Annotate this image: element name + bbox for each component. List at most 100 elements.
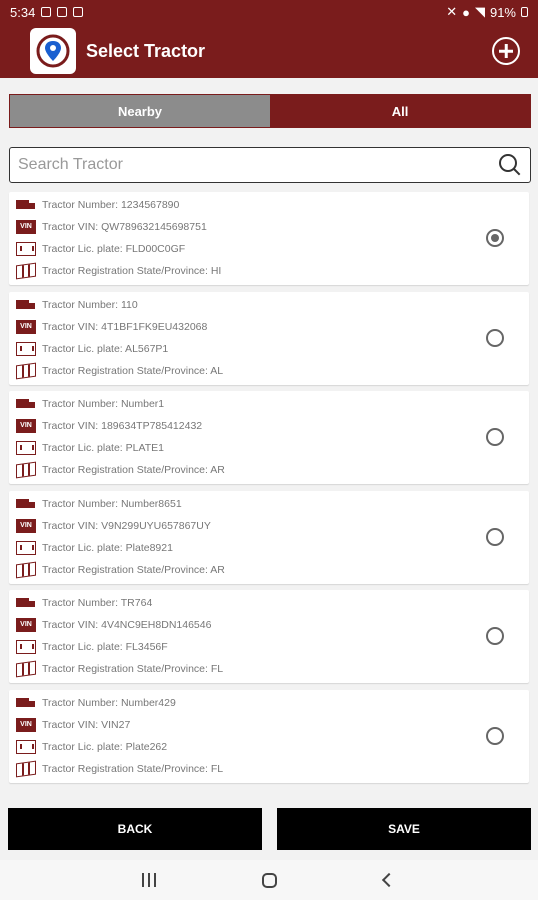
system-nav-bar	[0, 860, 538, 900]
home-button[interactable]	[209, 872, 329, 888]
tractor-state-row: Tractor Registration State/Province: FL	[16, 660, 223, 678]
tractor-vin: Tractor VIN: 4T1BF1FK9EU432068	[42, 320, 208, 333]
tractor-state: Tractor Registration State/Province: FL	[42, 762, 224, 775]
tractor-number: Tractor Number: 1234567890	[42, 199, 180, 211]
notification-icon	[41, 7, 52, 17]
license-plate-icon	[16, 341, 36, 356]
tractor-radio[interactable]	[486, 527, 504, 546]
tractor-vin-row: VIN Tractor VIN: 189634TP785412432	[16, 417, 202, 435]
wifi-icon: ◥	[474, 4, 485, 19]
license-plate-icon	[16, 739, 36, 754]
vin-icon: VIN	[16, 717, 36, 732]
tractor-number-row: Tractor Number: Number429	[16, 694, 176, 712]
tractor-state: Tractor Registration State/Province: HI	[42, 265, 222, 277]
tractor-vin: Tractor VIN: QW789632145698751	[42, 221, 207, 233]
location-icon: ●	[462, 4, 470, 20]
tractor-vin-row: VIN Tractor VIN: QW789632145698751	[16, 218, 207, 236]
tractor-plate: Tractor Lic. plate: PLATE1	[42, 442, 164, 454]
map-icon	[16, 760, 36, 777]
tractor-number: Tractor Number: 110	[42, 298, 138, 311]
tractor-card[interactable]: Tractor Number: Number1 VIN Tractor VIN: …	[9, 391, 529, 484]
page-title: Select Tractor	[86, 40, 206, 61]
tractor-state-row: Tractor Registration State/Province: FL	[16, 760, 223, 778]
tractor-plate-row: Tractor Lic. plate: Plate262	[16, 738, 167, 756]
tractor-card[interactable]: Tractor Number: 1234567890 VIN Tractor VI…	[9, 192, 529, 285]
back-nav-button[interactable]	[329, 872, 449, 888]
tractor-number: Tractor Number: TR764	[42, 597, 153, 609]
app-bar: Select Tractor	[0, 24, 538, 78]
vin-icon: VIN	[16, 618, 36, 632]
battery-icon	[521, 7, 528, 17]
truck-icon	[16, 198, 36, 212]
tractor-number-row: Tractor Number: Number8651	[16, 495, 182, 513]
truck-icon	[16, 298, 36, 312]
home-icon	[261, 872, 277, 888]
tractor-state-row: Tractor Registration State/Province: HI	[16, 262, 221, 280]
tractor-number-row: Tractor Number: 110	[16, 296, 138, 314]
tractor-radio[interactable]	[486, 428, 504, 446]
map-icon	[16, 362, 36, 379]
tractor-state: Tractor Registration State/Province: AL	[42, 364, 224, 377]
tractor-vin-row: VIN Tractor VIN: 4V4NC9EH8DN146546	[16, 616, 211, 634]
tractor-card[interactable]: Tractor Number: TR764 VIN Tractor VIN: 4V…	[9, 590, 529, 683]
tractor-card[interactable]: Tractor Number: 110 VIN Tractor VIN: 4T1B…	[9, 291, 529, 385]
tractor-state-row: Tractor Registration State/Province: AR	[16, 461, 225, 479]
tractor-plate-row: Tractor Lic. plate: PLATE1	[16, 439, 164, 457]
tractor-state-row: Tractor Registration State/Province: AR	[16, 561, 225, 579]
filter-tabs: Nearby All	[9, 94, 531, 128]
app-logo-icon	[30, 28, 76, 74]
recents-button[interactable]	[89, 873, 209, 887]
search-box	[9, 147, 531, 183]
search-input[interactable]	[18, 156, 496, 174]
tractor-plate: Tractor Lic. plate: AL567P1	[42, 342, 169, 355]
mute-icon: ✕	[446, 4, 458, 19]
map-icon	[16, 660, 36, 678]
status-bar: 5:34 ✕ ● ◥ 91%	[0, 0, 538, 24]
tractor-number-row: Tractor Number: TR764	[16, 594, 152, 612]
tractor-number-row: Tractor Number: Number1	[16, 395, 164, 413]
battery-level: 91%	[489, 4, 516, 20]
gallery-icon	[57, 7, 68, 17]
tractor-plate-row: Tractor Lic. plate: Plate8921	[16, 539, 173, 557]
vin-icon: VIN	[16, 319, 36, 334]
status-time: 5:34	[10, 4, 36, 20]
tractor-state-row: Tractor Registration State/Province: AL	[16, 362, 223, 380]
tractor-plate-row: Tractor Lic. plate: FL3456F	[16, 638, 168, 656]
tractor-vin: Tractor VIN: VIN27	[42, 718, 131, 731]
tractor-vin: Tractor VIN: V9N299UYU657867UY	[42, 519, 211, 532]
tractor-plate: Tractor Lic. plate: FL3456F	[42, 641, 168, 653]
tractor-number: Tractor Number: Number1	[42, 398, 165, 410]
tractor-vin-row: VIN Tractor VIN: VIN27	[16, 716, 130, 734]
tractor-plate: Tractor Lic. plate: Plate262	[42, 740, 168, 753]
back-button[interactable]: BACK	[8, 808, 262, 850]
tractor-radio[interactable]	[486, 229, 504, 247]
tractor-number: Tractor Number: Number8651	[42, 497, 182, 510]
tractor-list: Tractor Number: 1234567890 VIN Tractor VI…	[9, 192, 529, 789]
license-plate-icon	[16, 640, 36, 654]
truck-icon	[16, 696, 36, 710]
save-button[interactable]: SAVE	[277, 808, 531, 850]
vin-icon: VIN	[16, 220, 36, 234]
license-plate-icon	[16, 242, 36, 256]
tractor-radio[interactable]	[486, 627, 504, 645]
tractor-vin: Tractor VIN: 4V4NC9EH8DN146546	[42, 619, 212, 631]
truck-icon	[16, 497, 36, 511]
vin-icon: VIN	[16, 419, 36, 433]
message-icon	[73, 7, 84, 17]
tractor-state: Tractor Registration State/Province: FL	[42, 663, 224, 675]
tab-all[interactable]: All	[270, 95, 530, 127]
map-icon	[16, 561, 36, 578]
tractor-plate-row: Tractor Lic. plate: AL567P1	[16, 340, 168, 358]
tab-nearby[interactable]: Nearby	[10, 95, 270, 127]
tractor-number-row: Tractor Number: 1234567890	[16, 196, 179, 214]
tractor-card[interactable]: Tractor Number: Number429 VIN Tractor VIN…	[9, 689, 529, 783]
tractor-plate: Tractor Lic. plate: FLD00C0GF	[42, 243, 186, 255]
map-icon	[16, 262, 36, 280]
add-tractor-button[interactable]	[492, 37, 520, 65]
tractor-card[interactable]: Tractor Number: Number8651 VIN Tractor VI…	[9, 490, 529, 584]
license-plate-icon	[16, 540, 36, 555]
tractor-radio[interactable]	[486, 328, 504, 347]
tractor-vin-row: VIN Tractor VIN: 4T1BF1FK9EU432068	[16, 318, 207, 336]
tractor-radio[interactable]	[486, 726, 504, 745]
search-icon[interactable]	[496, 151, 524, 179]
